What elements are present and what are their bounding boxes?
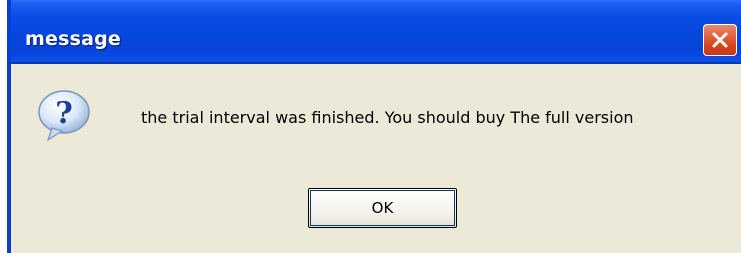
ok-button[interactable]: OK	[308, 188, 457, 228]
message-text: the trial interval was finished. You sho…	[141, 108, 634, 127]
title-bar[interactable]: message	[11, 0, 741, 64]
close-icon	[712, 32, 728, 48]
close-button[interactable]	[703, 24, 737, 56]
message-dialog: message ? the trial interval was finishe…	[7, 0, 741, 253]
svg-text:?: ?	[55, 96, 73, 131]
question-icon: ?	[38, 90, 90, 142]
window-title: message	[25, 28, 122, 50]
